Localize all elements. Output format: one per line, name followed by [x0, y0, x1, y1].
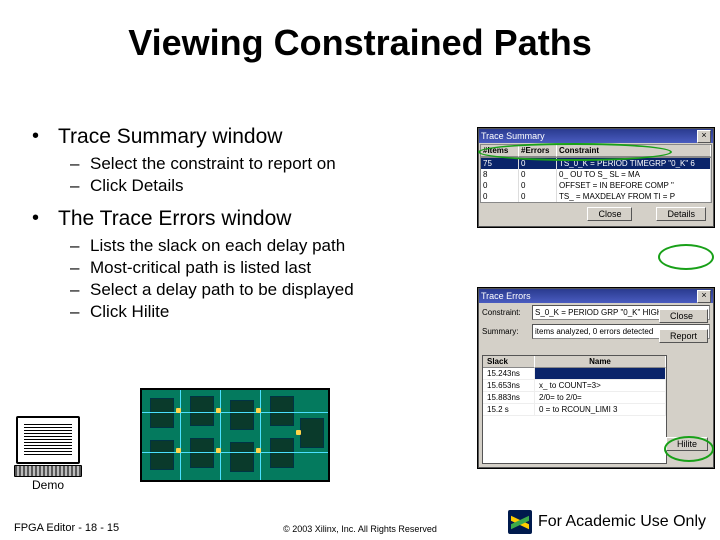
monitor-icon — [16, 416, 80, 464]
bullet-item: Select a delay path to be displayed — [68, 279, 448, 301]
cell: 15.653ns — [483, 380, 535, 392]
cell: 0 — [481, 191, 519, 202]
slide-title: Viewing Constrained Paths — [0, 0, 720, 64]
cell: TS_0_K = PERIOD TIMEGRP "0_K" 6 — [557, 158, 711, 169]
bullet-item: Click Hilite — [68, 301, 448, 323]
errors-table: Slack Name 15.243ns 15.653ns x_ to COUNT… — [482, 355, 667, 464]
col-header[interactable]: #Errors — [519, 145, 557, 157]
cell — [535, 368, 666, 380]
constraint-label: Constraint: — [482, 308, 528, 317]
col-header[interactable]: #Items — [481, 145, 519, 157]
trace-summary-window: Trace Summary × #Items #Errors Constrain… — [478, 128, 714, 227]
footer-center: © 2003 Xilinx, Inc. All Rights Reserved — [0, 524, 720, 534]
cell: 0 = to RCOUN_LIMI 3 — [535, 404, 666, 416]
cell: 0 — [481, 180, 519, 191]
bullet-heading: Trace Summary window — [58, 125, 448, 149]
demo-label: Demo — [12, 478, 84, 492]
bullet-item: Lists the slack on each delay path — [68, 235, 448, 257]
table-row[interactable]: 15.243ns — [483, 368, 666, 380]
bullet-item: Most-critical path is listed last — [68, 257, 448, 279]
cell: 0 — [519, 191, 557, 202]
table-row[interactable]: 8 0 0_ OU TO S_ SL = MA — [481, 169, 711, 180]
window-title: Trace Errors — [481, 291, 531, 301]
cell: x_ to COUNT=3> — [535, 380, 666, 392]
cell: 75 — [481, 158, 519, 169]
cell: 2/0= to 2/0= — [535, 392, 666, 404]
cell: 0 — [519, 158, 557, 169]
col-header[interactable]: Name — [535, 356, 666, 368]
table-row[interactable]: 0 0 TS_ = MAXDELAY FROM TI = P — [481, 191, 711, 202]
close-button[interactable]: Close — [587, 207, 632, 221]
cell: 8 — [481, 169, 519, 180]
demo-icon: Demo — [12, 416, 84, 492]
bullet-item: Select the constraint to report on — [68, 153, 448, 175]
close-button[interactable]: Close — [659, 309, 708, 323]
table-row[interactable]: 0 0 OFFSET = IN BEFORE COMP " — [481, 180, 711, 191]
close-icon[interactable]: × — [697, 290, 711, 303]
trace-errors-window: Trace Errors × Constraint: S_0_K = PERIO… — [478, 288, 714, 468]
highlight-ellipse — [658, 244, 714, 270]
hilite-button[interactable]: Hilite — [666, 437, 708, 451]
bullet-item: Click Details — [68, 175, 448, 197]
table-row[interactable]: 75 0 TS_0_K = PERIOD TIMEGRP "0_K" 6 — [481, 158, 711, 169]
cell: 0 — [519, 180, 557, 191]
table-row[interactable]: 15.2 s 0 = to RCOUN_LIMI 3 — [483, 404, 666, 416]
keyboard-icon — [14, 465, 82, 477]
col-header[interactable]: Constraint — [557, 145, 711, 157]
window-title: Trace Summary — [481, 131, 545, 141]
col-header[interactable]: Slack — [483, 356, 535, 368]
report-button[interactable]: Report — [659, 329, 708, 343]
xilinx-logo-icon — [508, 510, 532, 534]
circuit-image — [140, 388, 330, 482]
cell: 15.243ns — [483, 368, 535, 380]
close-icon[interactable]: × — [697, 130, 711, 143]
details-button[interactable]: Details — [656, 207, 706, 221]
table-row[interactable]: 15.883ns 2/0= to 2/0= — [483, 392, 666, 404]
cell: 0_ OU TO S_ SL = MA — [557, 169, 711, 180]
summary-label: Summary: — [482, 327, 528, 336]
cell: OFFSET = IN BEFORE COMP " — [557, 180, 711, 191]
cell: TS_ = MAXDELAY FROM TI = P — [557, 191, 711, 202]
table-row[interactable]: 15.653ns x_ to COUNT=3> — [483, 380, 666, 392]
bullet-heading: The Trace Errors window — [58, 207, 448, 231]
cell: 15.883ns — [483, 392, 535, 404]
bullet-content: Trace Summary window Select the constrai… — [28, 125, 448, 333]
cell: 15.2 s — [483, 404, 535, 416]
cell: 0 — [519, 169, 557, 180]
